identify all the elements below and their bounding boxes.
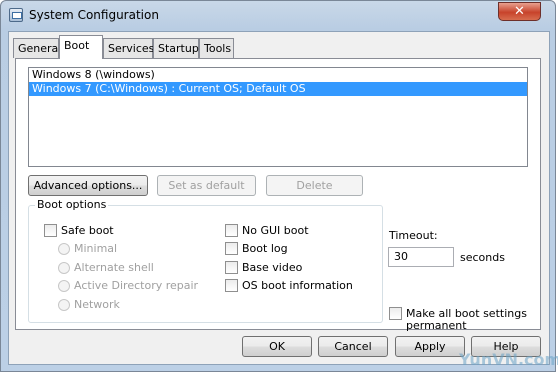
timeout-label: Timeout: (389, 229, 438, 242)
alternate-shell-radio[interactable]: Alternate shell (58, 261, 154, 275)
tab-boot[interactable]: Boot (59, 35, 103, 59)
checkbox-box[interactable] (225, 242, 238, 255)
checkbox-box[interactable] (225, 261, 238, 274)
os-boot-information-checkbox[interactable]: OS boot information (225, 279, 353, 293)
ok-label: OK (269, 340, 285, 353)
boot-log-label: Boot log (242, 242, 288, 255)
base-video-checkbox[interactable]: Base video (225, 261, 302, 275)
safe-boot-checkbox[interactable]: Safe boot (44, 224, 114, 238)
boot-options-title: Boot options (35, 198, 109, 211)
no-gui-boot-label: No GUI boot (242, 224, 309, 237)
checkbox-box[interactable] (225, 224, 238, 237)
minimal-radio[interactable]: Minimal (58, 242, 117, 256)
close-button[interactable]: ✕ (498, 2, 541, 21)
minimal-label: Minimal (74, 242, 118, 255)
make-permanent-label-line2: permanent (406, 319, 467, 332)
boot-log-checkbox[interactable]: Boot log (225, 242, 288, 256)
apply-label: Apply (414, 340, 446, 353)
ad-repair-radio[interactable]: Active Directory repair (58, 279, 198, 293)
dialog-client-area: General Boot Services Startup Tools Wind… (8, 31, 550, 365)
os-list[interactable]: Windows 8 (\windows) Windows 7 (C:\Windo… (28, 67, 528, 167)
set-as-default-label: Set as default (168, 179, 245, 192)
msconfig-app-icon (9, 8, 23, 22)
checkbox-box[interactable] (44, 224, 57, 237)
apply-button[interactable]: Apply (395, 336, 465, 357)
checkbox-box[interactable] (225, 279, 238, 292)
alternate-shell-label: Alternate shell (74, 261, 154, 274)
window-title: System Configuration (29, 8, 159, 22)
cancel-label: Cancel (334, 340, 372, 353)
watermark: YunVN.com (459, 350, 558, 369)
os-list-item-selected[interactable]: Windows 7 (C:\Windows) : Current OS; Def… (29, 82, 527, 96)
delete-button[interactable]: Delete (266, 175, 363, 196)
set-as-default-button[interactable]: Set as default (157, 175, 256, 196)
checkbox-box[interactable] (389, 307, 402, 320)
timeout-unit: seconds (460, 251, 505, 264)
radio-circle[interactable] (58, 262, 70, 274)
no-gui-boot-checkbox[interactable]: No GUI boot (225, 224, 309, 238)
radio-circle[interactable] (58, 243, 70, 255)
network-label: Network (74, 298, 120, 311)
os-boot-information-label: OS boot information (242, 279, 353, 292)
system-configuration-window: System Configuration ✕ General Boot Serv… (0, 0, 556, 372)
cancel-button[interactable]: Cancel (318, 336, 388, 357)
tab-startup[interactable]: Startup (153, 38, 199, 58)
network-radio[interactable]: Network (58, 298, 120, 312)
ok-button[interactable]: OK (242, 336, 312, 357)
advanced-options-label: Advanced options... (33, 179, 143, 192)
tab-tools[interactable]: Tools (199, 38, 234, 58)
radio-circle[interactable] (58, 299, 70, 311)
title-bar[interactable]: System Configuration ✕ (1, 1, 557, 31)
ad-repair-label: Active Directory repair (74, 279, 199, 292)
tab-general[interactable]: General (13, 38, 61, 58)
timeout-input[interactable]: 30 (388, 247, 454, 267)
tab-services[interactable]: Services (103, 38, 154, 58)
safe-boot-label: Safe boot (61, 224, 114, 237)
boot-tab-panel: Windows 8 (\windows) Windows 7 (C:\Windo… (15, 58, 541, 332)
os-list-item[interactable]: Windows 8 (\windows) (29, 68, 527, 82)
base-video-label: Base video (242, 261, 303, 274)
delete-label: Delete (296, 179, 333, 192)
radio-circle[interactable] (58, 280, 70, 292)
advanced-options-button[interactable]: Advanced options... (28, 175, 148, 196)
